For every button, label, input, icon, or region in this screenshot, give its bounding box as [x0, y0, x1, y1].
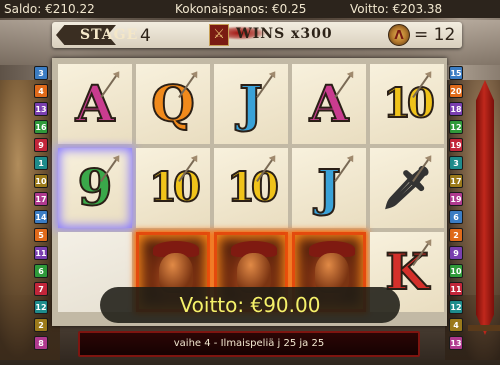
sword-symbol-icon: 🗡: [381, 164, 433, 211]
left-warriors-art: [0, 80, 60, 360]
reel-symbol: Q: [150, 74, 196, 133]
payline-marker: 10: [449, 264, 463, 278]
reel-symbol-cell: 10: [214, 148, 288, 228]
reel-symbol: J: [238, 74, 264, 133]
payline-marker: 5: [34, 228, 48, 242]
warrior-portrait-icon: ⚔: [209, 24, 229, 46]
payline-marker: 13: [34, 102, 48, 116]
payline-marker: 14: [34, 210, 48, 224]
payline-marker: 18: [449, 102, 463, 116]
reel-symbol: 10: [226, 164, 280, 211]
payline-marker: 6: [34, 264, 48, 278]
payline-marker: 9: [34, 138, 48, 152]
stage-label: STAGE: [80, 27, 139, 43]
payline-marker: 8: [34, 336, 48, 350]
payline-marker: 4: [34, 84, 48, 98]
free-spins-message: vaihe 4 - Ilmaispeliä j 25 ja 25: [78, 331, 420, 357]
payline-marker: 10: [34, 174, 48, 188]
shield-icon: Λ: [388, 24, 410, 46]
win-label: Voitto: €203.38: [350, 2, 443, 16]
shield-count: = 12: [414, 25, 456, 45]
payline-marker: 19: [449, 138, 463, 152]
payline-marker: 20: [449, 84, 463, 98]
total-bet-label: Kokonaispanos: €0.25: [175, 2, 307, 16]
reel-symbol: J: [316, 158, 342, 217]
paylines-left: 3 4 13 16 9 1 10 17 14 5 11 6 7 12 2 8: [34, 66, 50, 354]
payline-marker: 11: [34, 246, 48, 260]
payline-marker: 9: [449, 246, 463, 260]
payline-marker: 17: [449, 174, 463, 188]
paylines-right: 15 20 18 12 19 3 17 19 6 2 9 10 11 12 4 13: [449, 66, 465, 354]
payline-marker: 13: [449, 336, 463, 350]
payline-marker: 19: [449, 192, 463, 206]
reel-symbol-cell: A: [292, 64, 366, 144]
decorative-sword-icon: [476, 80, 494, 335]
payline-marker: 16: [34, 120, 48, 134]
reel-symbol-cell: A: [58, 64, 132, 144]
payline-marker: 12: [449, 120, 463, 134]
payline-marker: 2: [34, 318, 48, 332]
payline-marker: 6: [449, 210, 463, 224]
reel-symbol-cell: Q: [136, 64, 210, 144]
stage-value: 4: [140, 26, 151, 46]
payline-marker: 12: [449, 300, 463, 314]
reel-symbol-cell: 10: [370, 64, 444, 144]
reel-symbol-cell: 10: [136, 148, 210, 228]
payline-marker: 2: [449, 228, 463, 242]
reel-symbol: 10: [148, 164, 202, 211]
win-message: Voitto: €90.00: [100, 287, 400, 323]
stage-info-bar: STAGE 4 ⚔ WINS x300 Λ = 12: [52, 22, 462, 48]
payline-marker: 11: [449, 282, 463, 296]
reel-symbol-cell: J: [292, 148, 366, 228]
payline-marker: 3: [449, 156, 463, 170]
payline-marker: 4: [449, 318, 463, 332]
payline-marker: 3: [34, 66, 48, 80]
status-bar: Saldo: €210.22 Kokonaispanos: €0.25 Voit…: [0, 0, 500, 18]
payline-marker: 1: [34, 156, 48, 170]
balance-label: Saldo: €210.22: [4, 2, 95, 16]
reel-symbol-cell: 🗡: [370, 148, 444, 228]
payline-marker: 7: [34, 282, 48, 296]
reel-grid: A Q J A 10 9 10 10 J 🗡 K: [52, 58, 447, 326]
payline-marker: 17: [34, 192, 48, 206]
reel-symbol-cell: 9: [58, 148, 132, 228]
reel-symbol: 10: [382, 80, 436, 127]
payline-marker: 15: [449, 66, 463, 80]
reel-symbol-cell: J: [214, 64, 288, 144]
payline-marker: 12: [34, 300, 48, 314]
sword-hilt: [468, 325, 500, 331]
wins-multiplier-label: WINS x300: [236, 26, 333, 42]
